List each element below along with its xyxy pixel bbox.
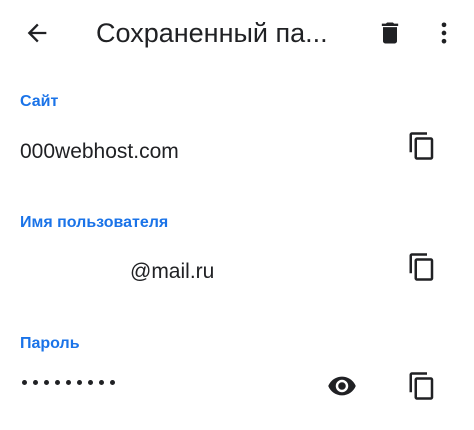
delete-button[interactable] <box>370 12 410 54</box>
password-dot <box>33 380 38 385</box>
site-value: 000webhost.com <box>20 140 179 163</box>
page-title: Сохраненный па... <box>96 18 328 48</box>
password-dot <box>55 380 60 385</box>
password-dot <box>66 380 71 385</box>
password-dot <box>44 380 49 385</box>
back-button[interactable] <box>14 12 60 54</box>
trash-icon <box>381 22 399 44</box>
show-password-button[interactable] <box>322 368 362 404</box>
site-label: Сайт <box>20 93 59 110</box>
copy-icon <box>409 253 434 281</box>
copy-username-button[interactable] <box>404 249 440 285</box>
username-label: Имя пользователя <box>20 214 169 231</box>
password-dot <box>77 380 82 385</box>
more-vert-icon <box>441 22 447 44</box>
password-dot <box>99 380 104 385</box>
app-toolbar: Сохраненный па... <box>0 0 474 66</box>
more-options-button[interactable] <box>424 12 464 54</box>
username-value: @mail.ru <box>130 260 215 283</box>
copy-icon <box>409 372 434 400</box>
password-label: Пароль <box>20 335 80 352</box>
copy-site-button[interactable] <box>404 128 440 164</box>
copy-icon <box>409 132 434 160</box>
password-dot <box>88 380 93 385</box>
password-dot <box>22 380 27 385</box>
password-dot <box>110 380 115 385</box>
eye-icon <box>328 376 356 396</box>
password-masked-value <box>22 380 115 385</box>
copy-password-button[interactable] <box>404 368 440 404</box>
arrow-back-icon <box>27 23 47 43</box>
